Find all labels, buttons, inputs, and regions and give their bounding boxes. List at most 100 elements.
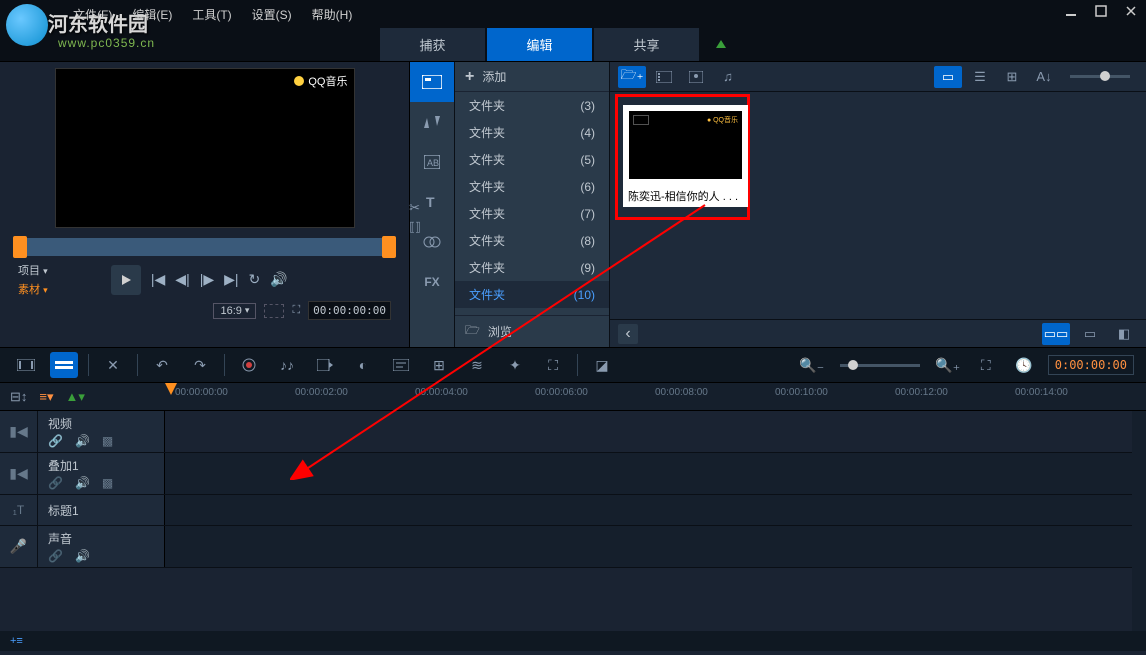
folder-item[interactable]: 文件夹(10)	[455, 281, 609, 308]
fx-toggle-icon[interactable]: ▩	[102, 434, 113, 448]
media-item[interactable]: ● QQ音乐 陈奕迅-相信你的人 . . .	[623, 105, 748, 207]
thumbnail-size-slider[interactable]	[1070, 75, 1130, 78]
filter-image-button[interactable]	[682, 66, 710, 88]
3d-button[interactable]: ◪	[588, 352, 616, 378]
menu-tools[interactable]: 工具(T)	[182, 2, 241, 27]
media-grid[interactable]: ● QQ音乐 陈奕迅-相信你的人 . . .	[610, 92, 1146, 319]
go-end-button[interactable]: ▶|	[224, 271, 238, 288]
multi-trim-button[interactable]: ◐	[349, 352, 377, 378]
folder-item[interactable]: 文件夹(3)	[455, 92, 609, 119]
next-frame-button[interactable]: |▶	[200, 271, 214, 288]
audio-mixer-button[interactable]: ♪♪	[273, 352, 301, 378]
timeline-timecode[interactable]: 0:00:00:00	[1048, 355, 1134, 375]
audio-track-lane[interactable]	[165, 526, 1146, 567]
zoom-out-button[interactable]: 🔍₋	[798, 352, 826, 378]
fx-toggle-icon[interactable]: ▩	[102, 476, 113, 490]
view-thumb-large[interactable]: ▭	[934, 66, 962, 88]
menu-file[interactable]: 文件(F)	[63, 2, 122, 27]
record-button[interactable]	[235, 352, 263, 378]
trim-out-handle[interactable]	[382, 236, 396, 258]
footer-view-2[interactable]: ▭	[1076, 323, 1104, 345]
undo-button[interactable]: ↶	[148, 352, 176, 378]
title-track-lane[interactable]	[165, 495, 1146, 525]
track-height-button[interactable]: ⊟↕	[10, 389, 27, 405]
sort-button[interactable]: A↓	[1030, 66, 1058, 88]
maximize-button[interactable]	[1086, 0, 1116, 22]
browse-button[interactable]: 🗁 浏览	[455, 315, 609, 347]
timeline-ruler[interactable]: 00:00:00:0000:00:02:0000:00:04:0000:00:0…	[165, 383, 1146, 410]
auto-music-button[interactable]	[311, 352, 339, 378]
media-category-button[interactable]	[410, 62, 454, 102]
tracking-button[interactable]: ✦	[501, 352, 529, 378]
close-button[interactable]	[1116, 0, 1146, 22]
mode-capture[interactable]: 捕获	[380, 28, 485, 61]
transition-category-button[interactable]	[410, 102, 454, 142]
footer-view-1[interactable]: ▭▭	[1042, 323, 1070, 345]
tools-button[interactable]: ✕	[99, 352, 127, 378]
go-start-button[interactable]: |◀	[151, 271, 165, 288]
folder-item[interactable]: 文件夹(7)	[455, 200, 609, 227]
overlay-track-lane[interactable]	[165, 453, 1146, 494]
audio-track-icon[interactable]: 🎤	[0, 526, 38, 567]
footer-view-3[interactable]: ◧	[1110, 323, 1138, 345]
menu-edit[interactable]: 编辑(E)	[122, 2, 182, 27]
preview-video[interactable]: QQ音乐	[55, 68, 355, 228]
zoom-in-button[interactable]: 🔍₊	[934, 352, 962, 378]
folder-item[interactable]: 文件夹(8)	[455, 227, 609, 254]
motion-button[interactable]: ≋	[463, 352, 491, 378]
link-icon[interactable]: 🔗	[48, 434, 63, 448]
mode-advance-icon[interactable]	[701, 28, 741, 61]
expand-icon[interactable]: ⛶	[292, 304, 300, 317]
import-folder-button[interactable]: 🗁₊	[618, 66, 646, 88]
zoom-slider[interactable]	[840, 364, 920, 367]
tracks-scrollbar[interactable]	[1132, 411, 1146, 631]
mode-edit[interactable]: 编辑	[487, 28, 592, 61]
link-icon[interactable]: 🔗	[48, 549, 63, 563]
filter-audio-button[interactable]: ♫	[714, 66, 742, 88]
folder-item[interactable]: 文件夹(6)	[455, 173, 609, 200]
project-duration-icon[interactable]: 🕓	[1010, 352, 1038, 378]
video-track-icon[interactable]: ▮◀	[0, 411, 38, 452]
bracket-icon[interactable]: ⟦⟧	[409, 220, 421, 234]
menu-settings[interactable]: 设置(S)	[242, 2, 302, 27]
video-track-lane[interactable]	[165, 411, 1146, 452]
track-manager-button[interactable]: ≡▾	[39, 389, 53, 405]
folder-item[interactable]: 文件夹(9)	[455, 254, 609, 281]
project-mode-label[interactable]: 项目 ▾	[18, 262, 48, 278]
mode-share[interactable]: 共享	[594, 28, 699, 61]
view-grid[interactable]: ⊞	[998, 66, 1026, 88]
folder-item[interactable]: 文件夹(5)	[455, 146, 609, 173]
trim-in-handle[interactable]	[13, 236, 27, 258]
fx-category-button[interactable]: FX	[410, 262, 454, 302]
link-icon[interactable]: 🔗	[48, 476, 63, 490]
overlay-track-icon[interactable]: ▮◀	[0, 453, 38, 494]
fit-project-button[interactable]: ⛶	[972, 352, 1000, 378]
mute-icon[interactable]: 🔊	[75, 549, 90, 563]
menu-help[interactable]: 帮助(H)	[302, 2, 363, 27]
safe-zone-toggle[interactable]	[264, 304, 284, 318]
timeline-view-button[interactable]	[50, 352, 78, 378]
title-track-icon[interactable]: ₁T	[0, 495, 38, 525]
pan-zoom-button[interactable]: ⛶	[539, 352, 567, 378]
add-folder-button[interactable]: + 添加	[455, 62, 609, 92]
volume-button[interactable]: 🔊	[270, 271, 287, 288]
mute-icon[interactable]: 🔊	[75, 434, 90, 448]
collapse-folders-button[interactable]: ‹	[618, 324, 638, 344]
storyboard-view-button[interactable]	[12, 352, 40, 378]
folder-item[interactable]: 文件夹(4)	[455, 119, 609, 146]
subtitle-button[interactable]	[387, 352, 415, 378]
trim-bar[interactable]	[20, 238, 389, 256]
minimize-button[interactable]	[1056, 0, 1086, 22]
aspect-ratio-selector[interactable]: 16:9▾	[213, 303, 256, 319]
grid-button[interactable]: ⊞	[425, 352, 453, 378]
add-track-button[interactable]: +≡	[0, 631, 1146, 651]
loop-button[interactable]: ↻	[249, 271, 261, 288]
mute-icon[interactable]: 🔊	[75, 476, 90, 490]
play-button[interactable]	[111, 265, 141, 295]
scissors-icon[interactable]: ✂	[409, 200, 421, 216]
preview-timecode[interactable]: 00:00:00:00	[308, 301, 391, 320]
ripple-button[interactable]: ▲▾	[66, 389, 85, 405]
clip-mode-label[interactable]: 素材 ▾	[18, 281, 48, 297]
filter-video-button[interactable]	[650, 66, 678, 88]
prev-frame-button[interactable]: ◀|	[175, 271, 189, 288]
